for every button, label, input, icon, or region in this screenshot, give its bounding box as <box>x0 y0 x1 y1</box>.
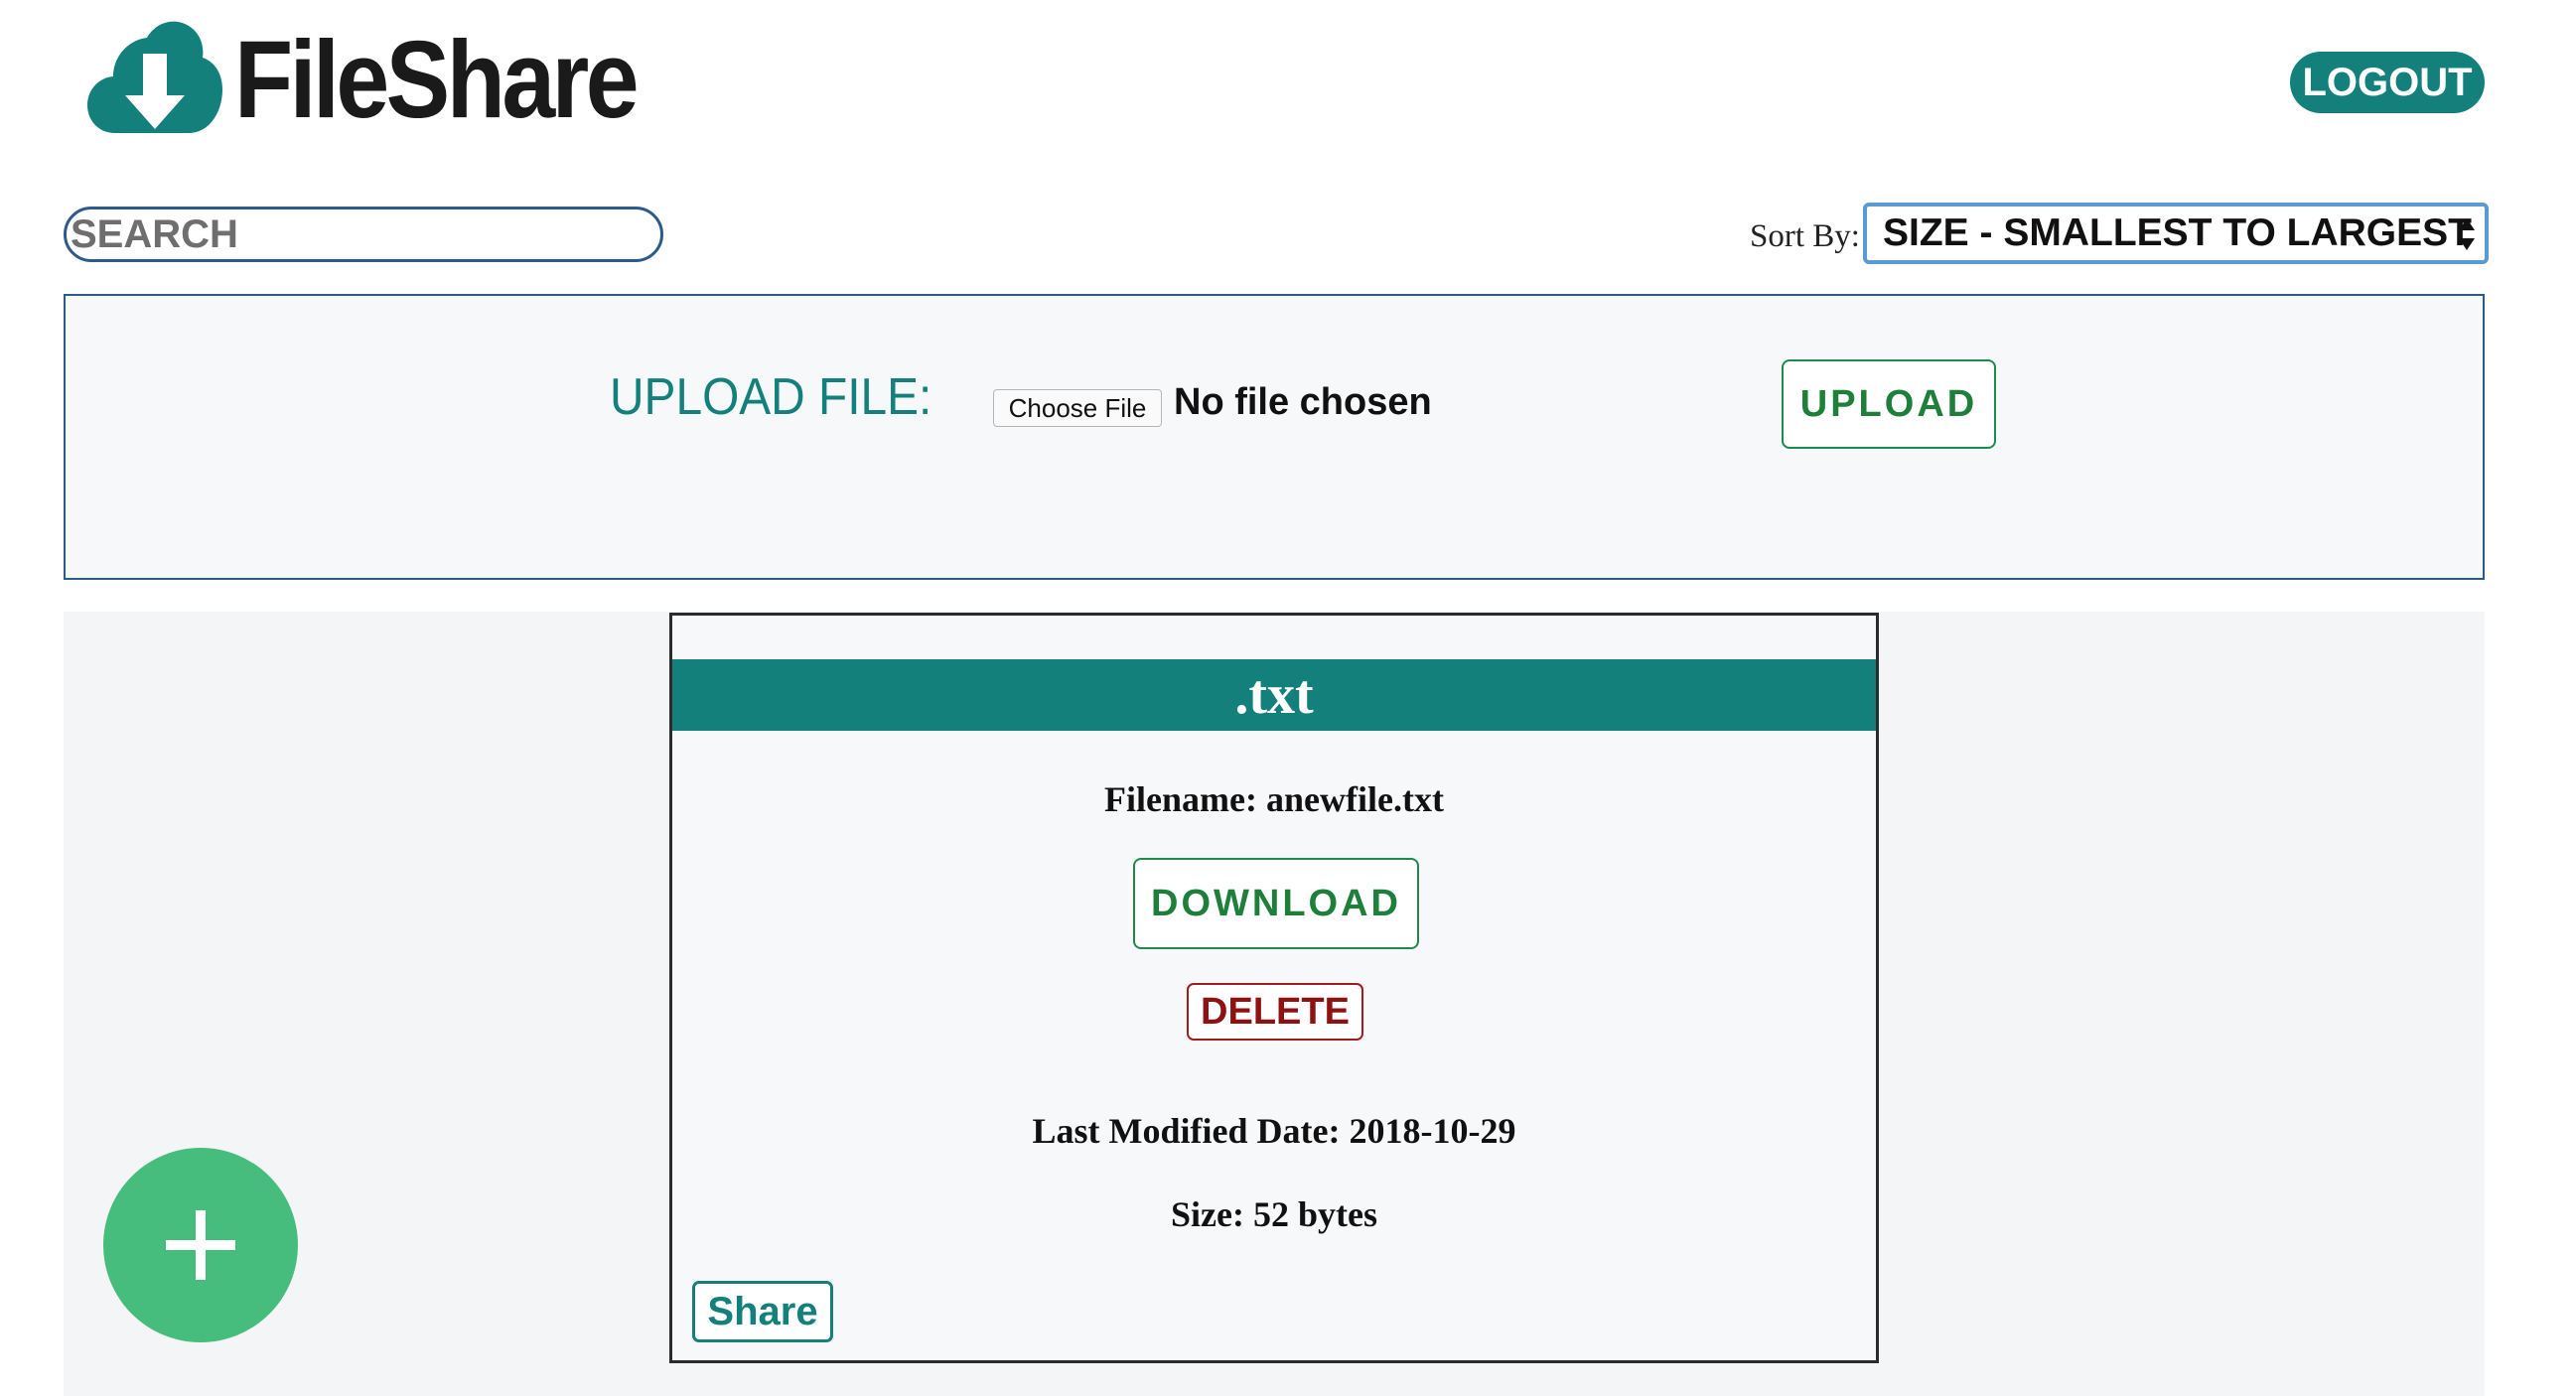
add-file-button[interactable] <box>103 1148 298 1342</box>
no-file-chosen-text: No file chosen <box>1174 381 1432 423</box>
app-title: FileShare <box>234 19 640 141</box>
download-button[interactable]: DOWNLOAD <box>1133 858 1419 949</box>
upload-button[interactable]: UPLOAD <box>1782 359 1996 449</box>
sort-by-label: Sort By: <box>1750 218 1860 254</box>
plus-icon <box>166 1210 235 1280</box>
select-arrows-icon <box>2459 218 2475 250</box>
filename-text: Filename: anewfile.txt <box>1104 779 1444 819</box>
choose-file-button[interactable]: Choose File <box>993 389 1162 427</box>
sort-select[interactable]: SIZE - SMALLEST TO LARGEST <box>1863 203 2489 264</box>
app-logo: FileShare <box>85 16 690 145</box>
search-input[interactable] <box>64 207 663 262</box>
file-card: .txt Filename: anewfile.txt DOWNLOAD DEL… <box>669 613 1879 1363</box>
upload-file-label: UPLOAD FILE: <box>610 368 932 426</box>
last-modified-text: Last Modified Date: 2018-10-29 <box>1032 1111 1516 1151</box>
file-size-text: Size: 52 bytes <box>1171 1194 1377 1234</box>
sort-selected-value: SIZE - SMALLEST TO LARGEST <box>1883 211 2472 254</box>
cloud-download-icon <box>87 21 222 134</box>
logout-button[interactable]: LOGOUT <box>2290 52 2485 113</box>
share-button[interactable]: Share <box>692 1281 833 1342</box>
upload-panel: UPLOAD FILE: Choose File No file chosen … <box>64 294 2485 580</box>
delete-button[interactable]: DELETE <box>1187 983 1363 1041</box>
file-extension-header: .txt <box>672 659 1876 731</box>
